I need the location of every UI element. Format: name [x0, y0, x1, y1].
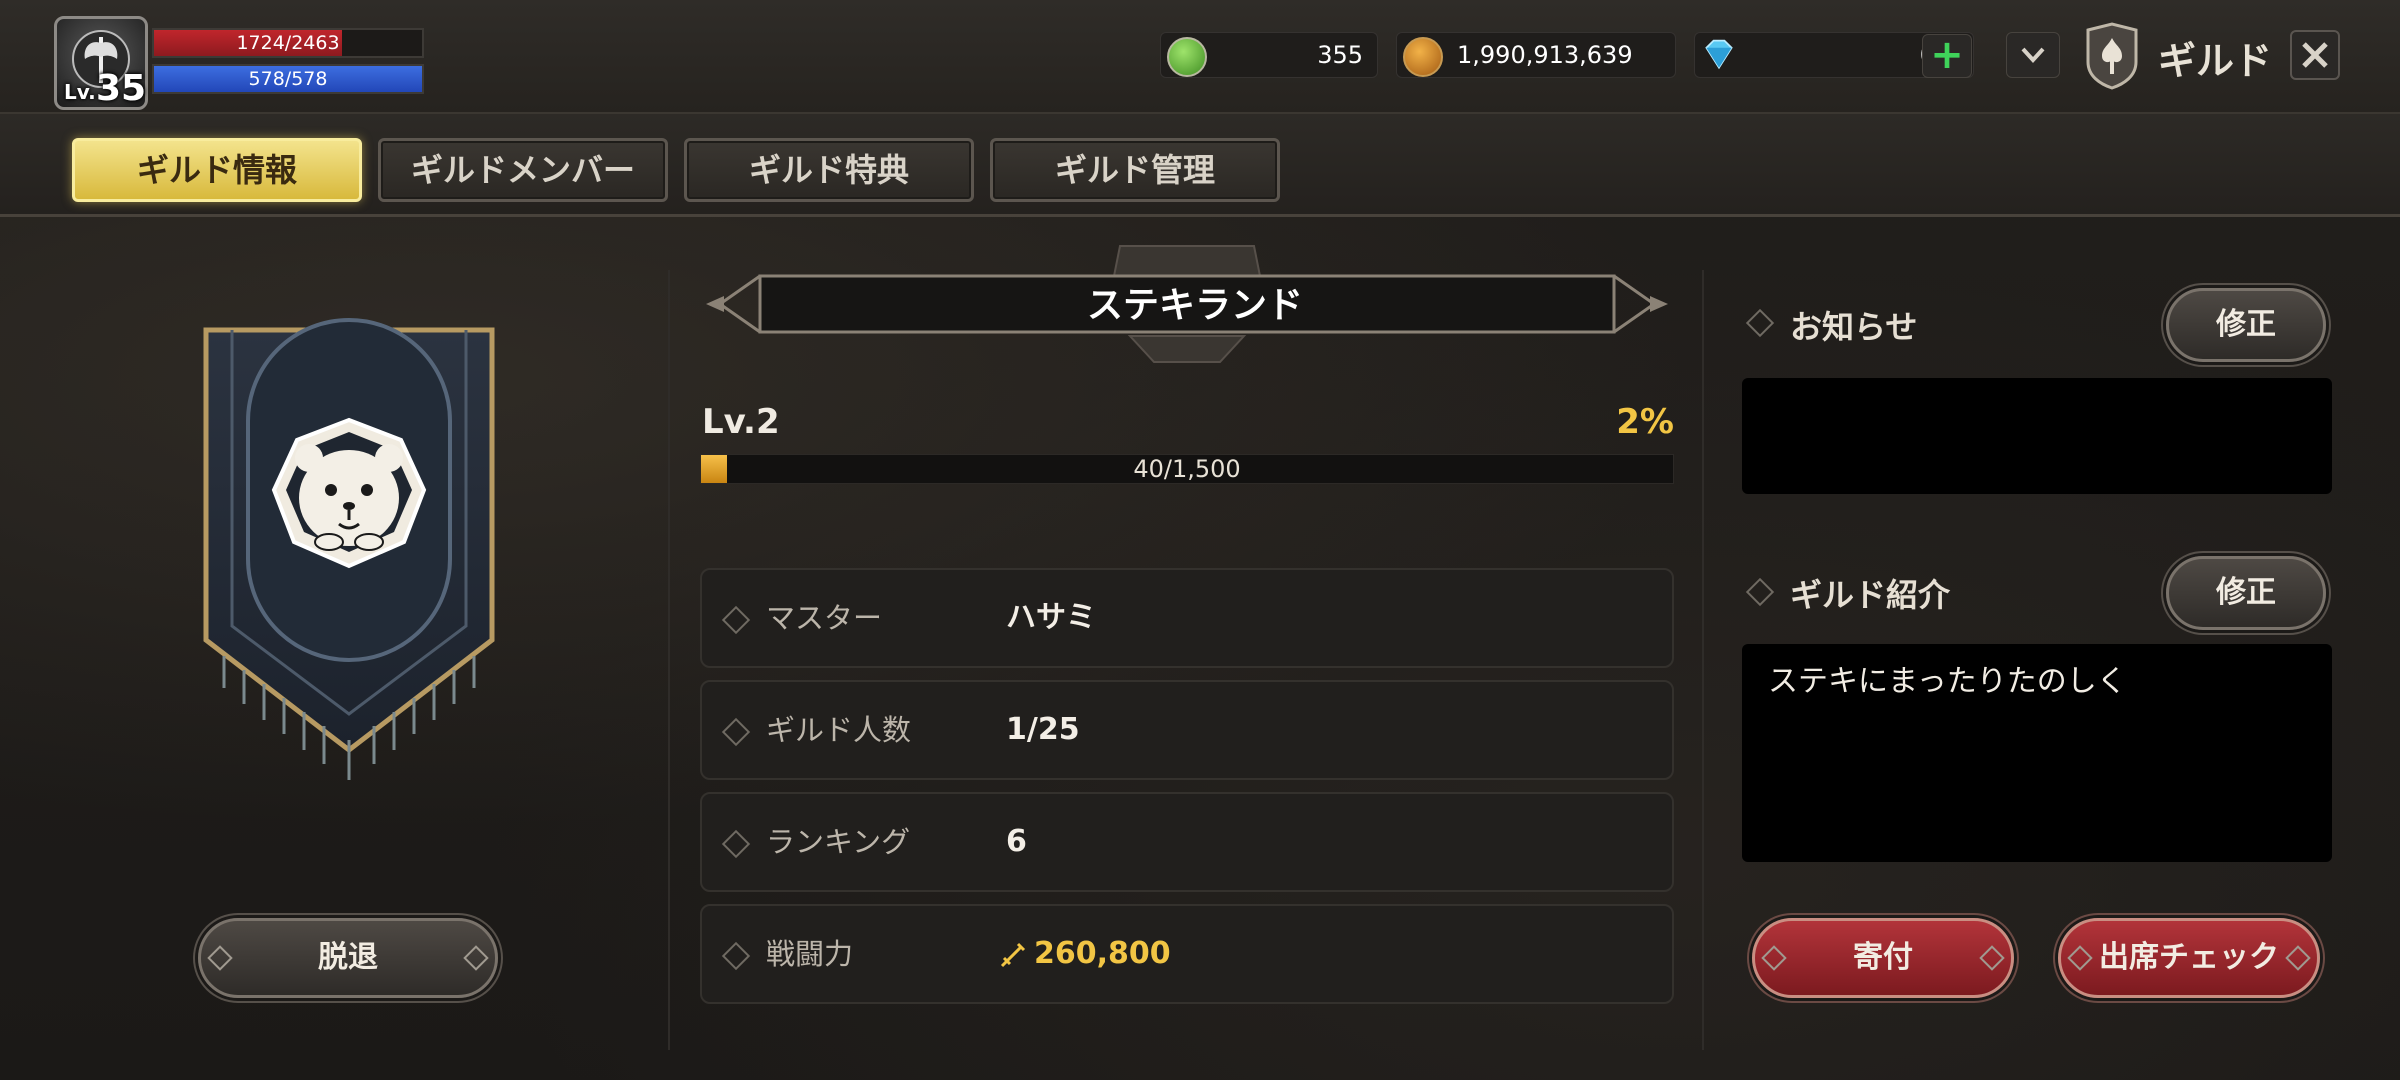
- tab-guild-benefits[interactable]: ギルド特典: [684, 138, 974, 202]
- guild-banner: [203, 318, 495, 780]
- info-value: 6: [1006, 824, 1027, 859]
- ornament-right: [2285, 945, 2311, 971]
- gold-currency: 1,990,913,639: [1396, 32, 1676, 78]
- leave-guild-button[interactable]: 脱退: [198, 918, 498, 998]
- hamster-icon: [271, 417, 427, 569]
- mp-bar: 578/578: [152, 64, 424, 94]
- diamond-icon: [1705, 39, 1733, 70]
- close-button[interactable]: [2290, 30, 2340, 80]
- green-currency: 355: [1160, 32, 1378, 78]
- info-row-master: マスター ハサミ: [700, 568, 1674, 668]
- guild-name: ステキランド: [1086, 285, 1303, 326]
- info-label: マスター: [766, 601, 883, 635]
- diamond-bullet-icon: [1745, 577, 1775, 607]
- crown-coin-icon: [1403, 37, 1443, 77]
- info-row-member-count: ギルド人数 1/25: [700, 680, 1674, 780]
- close-icon: [2302, 42, 2328, 68]
- notice-box: [1742, 378, 2332, 494]
- hp-text: 1724/2463: [236, 32, 340, 54]
- ornament-right: [1979, 945, 2005, 971]
- menu-dropdown-button[interactable]: [2006, 32, 2060, 78]
- diamond-bullet-icon: [721, 829, 751, 859]
- plus-icon: +: [1930, 32, 1964, 78]
- tab-guild-info[interactable]: ギルド情報: [72, 138, 362, 202]
- player-level: 35: [96, 68, 147, 109]
- green-currency-value: 355: [1317, 41, 1363, 69]
- guild-exp-bar: 40/1,500: [700, 454, 1674, 484]
- shield-coin-icon: [1167, 37, 1207, 77]
- right-divider: [1702, 270, 1704, 1050]
- guild-exp-text: 40/1,500: [1133, 455, 1241, 483]
- guild-screen: Lv. 35 1724/2463 578/578 355 1,990,913,6…: [0, 0, 2400, 1080]
- ornament-right: [463, 945, 489, 971]
- left-divider: [668, 270, 670, 1050]
- intro-text: ステキにまったりたのしく: [1768, 664, 2127, 699]
- info-value: ハサミ: [1006, 600, 1096, 635]
- tab-guild-management[interactable]: ギルド管理: [990, 138, 1280, 202]
- info-row-combat-power: 戦闘力 260,800: [700, 904, 1674, 1004]
- hp-bar: 1724/2463: [152, 28, 424, 58]
- donate-button[interactable]: 寄付: [1752, 918, 2014, 998]
- sword-icon: [1000, 942, 1026, 968]
- info-label: 戦闘力: [766, 937, 854, 971]
- guild-emblem-icon: [2086, 22, 2138, 90]
- diamond-bullet-icon: [1745, 308, 1775, 338]
- screen-title: ギルド: [2158, 39, 2273, 83]
- combat-power-value: 260,800: [1034, 936, 1171, 971]
- intro-title: ギルド紹介: [1790, 576, 1951, 614]
- attendance-check-button[interactable]: 出席チェック: [2058, 918, 2320, 998]
- info-label: ギルド人数: [766, 713, 912, 747]
- level-prefix: Lv.: [64, 80, 96, 104]
- mp-text: 578/578: [248, 68, 328, 90]
- edit-intro-button[interactable]: 修正: [2166, 556, 2326, 630]
- ornament-left: [207, 945, 233, 971]
- chevron-down-icon: [2021, 47, 2045, 63]
- guild-exp-percent: 2%: [1616, 402, 1674, 442]
- attendance-label: 出席チェック: [2099, 940, 2279, 975]
- tab-bar: ギルド情報 ギルドメンバー ギルド特典 ギルド管理: [0, 114, 2400, 217]
- ornament-left: [1761, 945, 1787, 971]
- info-row-ranking: ランキング 6: [700, 792, 1674, 892]
- info-label: ランキング: [766, 825, 911, 859]
- diamond-bullet-icon: [721, 717, 751, 747]
- donate-label: 寄付: [1853, 940, 1913, 975]
- ornament-left: [2067, 945, 2093, 971]
- gold-currency-value: 1,990,913,639: [1457, 41, 1633, 69]
- diamond-bullet-icon: [721, 605, 751, 635]
- notice-title: お知らせ: [1790, 308, 1918, 346]
- top-bar: Lv. 35 1724/2463 578/578 355 1,990,913,6…: [0, 0, 2400, 114]
- info-value: 1/25: [1006, 712, 1080, 747]
- diamond-bullet-icon: [721, 941, 751, 971]
- tab-guild-members[interactable]: ギルドメンバー: [378, 138, 668, 202]
- edit-notice-button[interactable]: 修正: [2166, 288, 2326, 362]
- leave-guild-label: 脱退: [318, 940, 378, 975]
- guild-level: Lv.2: [702, 402, 780, 442]
- add-gem-button[interactable]: +: [1922, 34, 1972, 78]
